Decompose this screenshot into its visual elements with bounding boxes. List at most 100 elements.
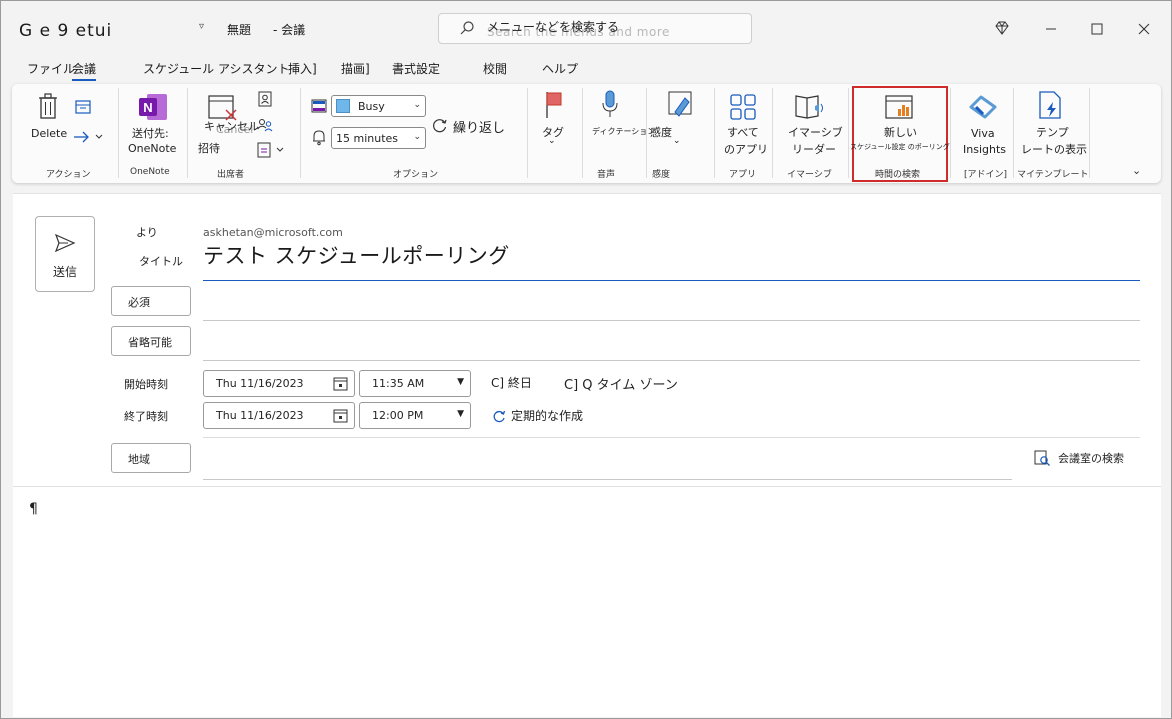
start-date-value: Thu 11/16/2023 (216, 377, 304, 390)
group-caption-immersive: イマーシブ (787, 170, 832, 180)
tab-draw[interactable]: 描画] (341, 60, 370, 77)
optional-underline (203, 360, 1140, 361)
time-underline (203, 437, 1140, 438)
ribbon-separator (646, 88, 647, 178)
chevron-down-icon[interactable]: ⌄ (548, 136, 556, 146)
immersive-label-1[interactable]: イマーシブ (788, 124, 843, 140)
meeting-form: 送信 より askhetan@microsoft.com タイトル テスト スケ… (13, 193, 1161, 717)
time-zone-checkbox[interactable]: C] Q タイム ゾーン (564, 374, 678, 393)
trash-icon[interactable] (36, 92, 60, 122)
tab-review[interactable]: 校閲 (483, 60, 507, 77)
send-to-label[interactable]: 送付先: (132, 125, 169, 141)
calendar-forward-icon[interactable] (74, 98, 92, 116)
diamond-icon[interactable] (988, 15, 1016, 43)
scheduling-poll-icon[interactable] (884, 92, 916, 122)
title-input[interactable]: テスト スケジュールポーリング (203, 240, 510, 270)
all-apps-label-1[interactable]: すべて (727, 124, 759, 140)
check-names-icon[interactable] (256, 116, 274, 134)
group-caption-voice: 音声 (597, 170, 616, 180)
flag-icon[interactable] (543, 90, 565, 120)
all-apps-icon[interactable] (728, 92, 758, 122)
start-time-dropdown[interactable]: 11:35 AM ▼ (359, 370, 471, 397)
address-book-icon[interactable] (257, 90, 273, 108)
forward-arrow-icon[interactable] (72, 130, 106, 144)
template-icon[interactable] (1036, 90, 1064, 122)
make-recurring-button[interactable]: 定期的な作成 (511, 407, 583, 424)
required-attendees-button[interactable]: 必須 (111, 286, 191, 316)
template-label-1[interactable]: テンプ (1036, 124, 1069, 140)
show-as-dropdown[interactable]: Busy ⌄ (331, 95, 426, 117)
onenote-icon[interactable]: N (137, 92, 169, 122)
title-underline (203, 280, 1140, 281)
sensitivity-button[interactable]: 感度 (650, 124, 672, 140)
ribbon-separator (300, 88, 301, 178)
room-finder-icon[interactable] (1033, 449, 1051, 467)
sensitivity-icon[interactable] (667, 90, 693, 120)
close-icon[interactable] (1130, 15, 1158, 43)
group-caption-attendees: 出席者 (217, 170, 245, 180)
end-date-field[interactable]: Thu 11/16/2023 (203, 402, 355, 429)
optional-attendees-button[interactable]: 省略可能 (111, 326, 191, 356)
delete-button[interactable]: Delete (31, 127, 67, 140)
ribbon-expand-icon[interactable]: ⌄ (1132, 164, 1141, 177)
viva-label-1[interactable]: Viva (971, 127, 995, 140)
template-label-2[interactable]: レートの表示 (1021, 141, 1087, 157)
response-options-icon[interactable] (256, 141, 288, 159)
cancel-button[interactable]: キャンセル (204, 118, 259, 134)
send-button[interactable]: 送信 (35, 216, 95, 292)
document-type: - 会議 (273, 23, 306, 37)
body-editor-mark[interactable]: ¶ (29, 501, 38, 517)
title-label: タイトル (139, 255, 183, 268)
end-time-value: 12:00 PM (372, 409, 424, 422)
viva-label-2[interactable]: Insights (963, 143, 1006, 156)
group-caption-addin: [アドイン] (964, 170, 1008, 180)
recurrence-button[interactable]: 繰り返し (453, 117, 505, 136)
chevron-down-icon: ⌄ (413, 100, 421, 110)
from-value[interactable]: askhetan@microsoft.com (203, 226, 343, 239)
tab-scheduling-assistant[interactable]: スケジュール アシスタント (143, 60, 290, 77)
viva-insights-icon[interactable] (967, 92, 999, 122)
all-apps-label-2[interactable]: のアプリ (724, 141, 768, 157)
body-divider (13, 486, 1161, 487)
quick-access-dropdown[interactable]: ▿ (199, 21, 204, 32)
outlook-window: G e 9 etui ▿ 無題 - 会議 Search the menus an… (0, 0, 1172, 719)
chevron-down-icon: ▼ (457, 377, 464, 387)
ribbon-separator (950, 88, 951, 178)
tab-format[interactable]: 書式設定 (392, 60, 440, 77)
immersive-reader-icon[interactable] (793, 92, 827, 122)
invite-button[interactable]: 招待 (198, 140, 220, 156)
recurrence-icon[interactable] (431, 116, 449, 134)
group-caption-sensitivity: 感度 (652, 170, 671, 180)
calendar-icon[interactable] (333, 376, 348, 391)
search-icon (460, 21, 474, 35)
chevron-down-icon: ⌄ (413, 132, 421, 142)
minimize-icon[interactable] (1037, 15, 1065, 43)
calendar-icon[interactable] (333, 408, 348, 423)
start-time-value: 11:35 AM (372, 377, 425, 390)
start-date-field[interactable]: Thu 11/16/2023 (203, 370, 355, 397)
send-to-onenote-label[interactable]: OneNote (128, 142, 176, 155)
send-label: 送信 (52, 265, 77, 279)
room-finder-button[interactable]: 会議室の検索 (1058, 450, 1124, 466)
end-time-dropdown[interactable]: 12:00 PM ▼ (359, 402, 471, 429)
maximize-icon[interactable] (1083, 15, 1111, 43)
chevron-down-icon[interactable]: ⌄ (673, 136, 681, 146)
group-caption-options: オプション (393, 170, 439, 180)
tab-file[interactable]: ファイル (27, 60, 75, 77)
location-button[interactable]: 地域 (111, 443, 191, 473)
new-poll-label-1[interactable]: 新しい (884, 124, 917, 140)
busy-swatch (336, 99, 350, 113)
ribbon-separator (772, 88, 773, 178)
all-day-checkbox[interactable]: C] 終日 (491, 374, 532, 391)
immersive-label-2[interactable]: リーダー (792, 141, 836, 157)
tab-meeting[interactable]: 会議 (72, 60, 97, 81)
tab-help[interactable]: ヘルプ (542, 60, 578, 77)
ribbon-separator (848, 88, 849, 178)
reminder-dropdown[interactable]: 15 minutes ⌄ (331, 127, 426, 149)
microphone-icon[interactable] (599, 89, 621, 121)
search-box[interactable]: Search the menus and more メニューなどを検索する (438, 13, 752, 44)
new-poll-label-2[interactable]: スケジュール設定 のポーリング (850, 142, 950, 152)
tab-insert[interactable]: 挿入] (288, 60, 317, 77)
location-underline (203, 479, 1012, 480)
recurrence-icon[interactable] (491, 408, 507, 424)
